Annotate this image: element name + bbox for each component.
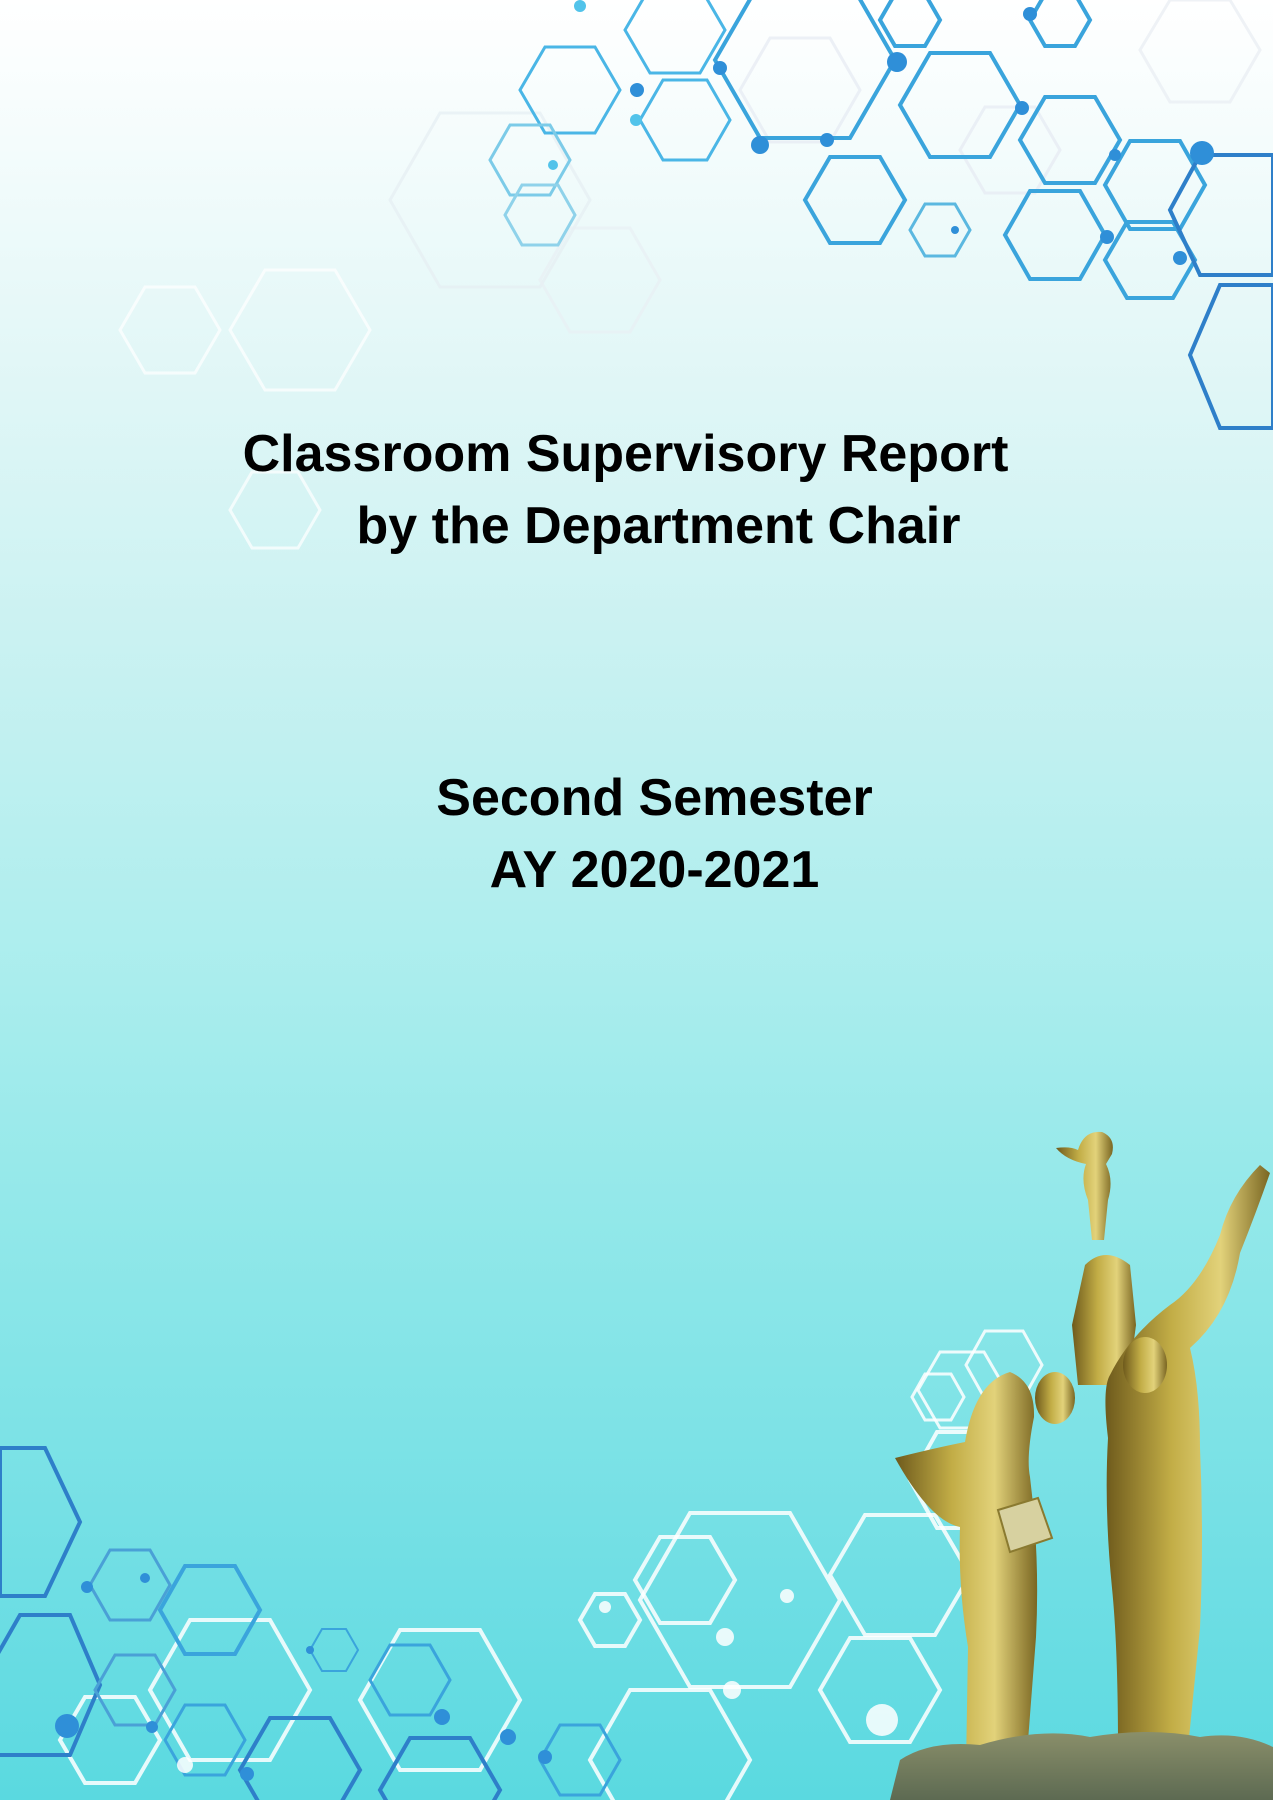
- report-title-line-1: Classroom Supervisory Report: [242, 425, 1009, 483]
- report-title-line-2: by the Department Chair: [356, 497, 961, 555]
- academic-year-label: AY 2020-2021: [489, 841, 820, 899]
- semester-label: Second Semester: [436, 769, 873, 827]
- semester-heading: Second Semester AY 2020-2021: [0, 762, 1273, 906]
- report-title: Classroom Supervisory Report by the Depa…: [0, 418, 1273, 562]
- cover-page: Classroom Supervisory Report by the Depa…: [0, 0, 1273, 1800]
